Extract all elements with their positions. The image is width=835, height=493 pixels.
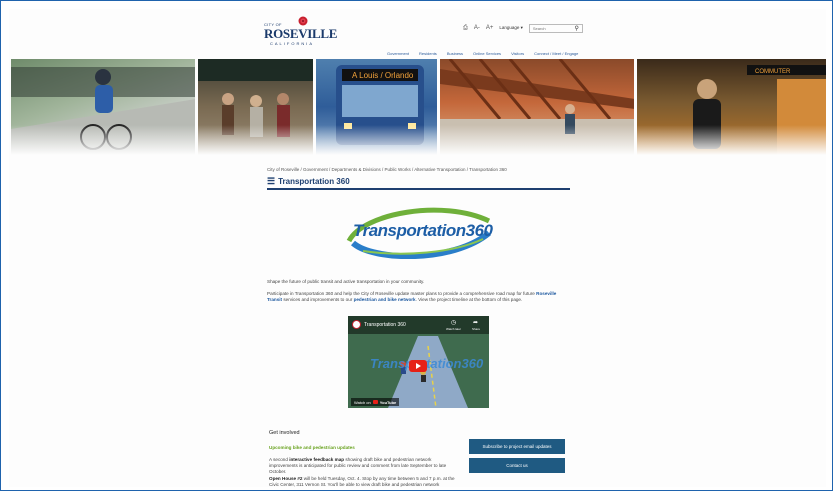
share-icon[interactable]: ➦ [473,319,478,326]
intro-text: Shape the future of public transit and a… [267,279,425,284]
play-triangle-icon [416,363,421,369]
video-channel-avatar[interactable] [352,320,361,329]
search-icon[interactable]: ⚲ [574,25,578,32]
text-larger-icon[interactable]: A+ [486,25,494,31]
nav-item-connect[interactable]: Connect / Meet / Engage [534,51,578,56]
search-input[interactable]: Search ⚲ [528,23,583,33]
watch-later-icon[interactable]: ◷ [451,319,456,326]
hero-collage: A Louis / Orlando COMMUTER [11,59,826,155]
get-involved-heading: Get involved [269,430,300,436]
participate-paragraph: Participate in Transportation 360 and he… [267,291,569,303]
breadcrumb[interactable]: City of Roseville / Government / Departm… [267,167,507,172]
participate-text-1: Participate in Transportation 360 and he… [267,291,535,296]
transportation360-logo-text: Transportation360 [353,221,493,240]
print-icon[interactable]: ⎙ [463,25,468,32]
page-title-row: ☰ Transportation 360 [267,176,350,187]
menu-icon[interactable]: ☰ [267,176,275,187]
watch-on-youtube-button[interactable]: Watch on YouTube [351,398,400,406]
feedback-map-paragraph: A second interactive feedback map showin… [269,457,459,475]
nav-item-government[interactable]: Government [387,51,409,56]
hero-photo-bridge [439,59,634,155]
svg-text:A Louis / Orlando: A Louis / Orlando [352,71,414,80]
open-house-label: Open House #2 [269,476,303,481]
participate-text-3: . View the project timeline at the botto… [415,297,523,302]
main-nav: Government Residents Business Online Ser… [387,51,578,56]
watch-later-label: Watch later [446,327,462,331]
nav-item-business[interactable]: Business [447,51,463,56]
youtube-video-embed[interactable]: Transportation 360 ◷ Watch later ➦ Share… [348,316,489,408]
youtube-logo-icon [372,400,378,404]
hero-photo-crowd [198,59,313,155]
contact-us-button[interactable]: Contact us [469,458,565,473]
hero-photo-bus-interior: COMMUTER [636,59,826,155]
subscribe-button[interactable]: Subscribe to project email updates [469,439,565,454]
browser-frame: CITY OF ROSEVILLE CALIFORNIA ⎙ A- A+ Lan… [0,0,833,491]
transportation360-logo: Transportation360 [343,203,495,260]
hero-photo-cyclist [11,59,196,155]
pedestrian-bike-link[interactable]: pedestrian and bike network [354,297,416,302]
svg-text:COMMUTER: COMMUTER [755,69,791,75]
participate-text-2: services and improvements to our [283,297,353,302]
text-smaller-icon[interactable]: A- [474,25,480,31]
logo-sub-text: CALIFORNIA [270,41,315,46]
youtube-label: YouTube [379,399,397,405]
video-title[interactable]: Transportation 360 [364,322,406,328]
logo-main-text: ROSEVILLE [264,26,338,41]
nav-item-online-services[interactable]: Online Services [473,51,501,56]
interactive-feedback-map-link[interactable]: interactive feedback map [289,457,344,462]
title-divider [267,188,570,190]
upcoming-updates-heading: Upcoming bike and pedestrian updates [269,445,355,450]
nav-item-visitors[interactable]: Visitors [511,51,524,56]
language-select[interactable]: Language ▾ [499,25,523,31]
nav-item-residents[interactable]: Residents [419,51,437,56]
page: CITY OF ROSEVILLE CALIFORNIA ⎙ A- A+ Lan… [9,9,826,487]
search-placeholder: Search [532,25,546,31]
share-label: Share [472,327,481,331]
language-label: Language [499,25,520,30]
open-house-paragraph: Open House #2 will be held Tuesday, Oct.… [269,476,459,487]
utility-bar: ⎙ A- A+ Language ▾ Search ⚲ [463,23,583,33]
page-title: Transportation 360 [278,177,350,186]
feedback-map-text-1: A second [269,457,288,462]
watch-on-label: Watch on [354,399,371,405]
hero-photo-bus: A Louis / Orlando [315,59,437,155]
roseville-logo[interactable]: CITY OF ROSEVILLE CALIFORNIA [264,15,338,51]
